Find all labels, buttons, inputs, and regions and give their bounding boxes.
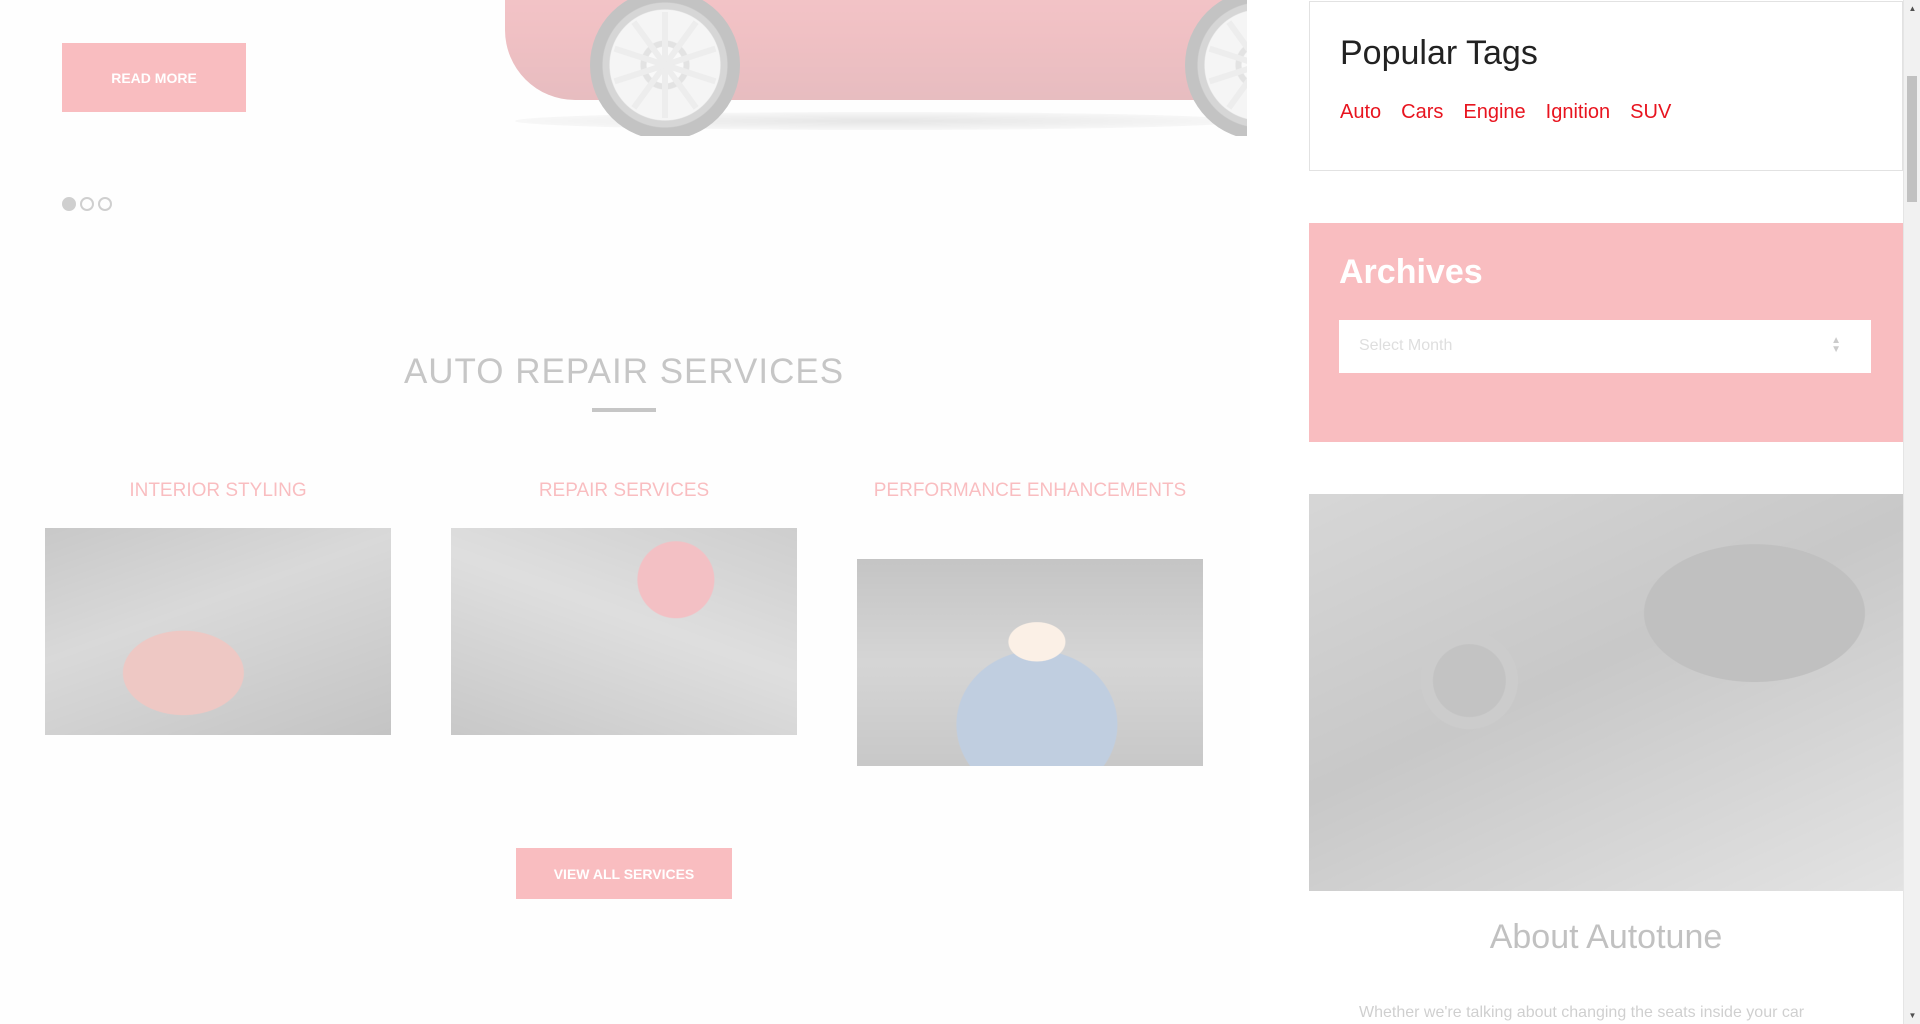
- slider-dot-2[interactable]: [80, 197, 94, 211]
- popular-tags-widget: Popular Tags Auto Cars Engine Ignition S…: [1309, 1, 1903, 171]
- triangle-up-icon[interactable]: ▲: [1904, 0, 1920, 17]
- title-underline: [592, 408, 656, 412]
- service-title-interior[interactable]: INTERIOR STYLING: [45, 475, 391, 506]
- tag-engine[interactable]: Engine: [1463, 101, 1525, 124]
- hero-car-image: [505, 0, 1247, 136]
- main-content: READ MORE AUTO REPAIR SERVICES INTERIOR …: [0, 0, 1250, 1024]
- about-text: Whether we're talking about changing the…: [1359, 1004, 1805, 1021]
- tags-list: Auto Cars Engine Ignition SUV: [1340, 101, 1671, 124]
- tag-cars[interactable]: Cars: [1401, 101, 1443, 124]
- updown-arrows-icon: ▲ ▼: [1831, 335, 1841, 355]
- read-more-button[interactable]: READ MORE: [62, 43, 246, 112]
- page: READ MORE AUTO REPAIR SERVICES INTERIOR …: [0, 0, 1920, 1024]
- sidebar-dashboard-image: [1309, 494, 1903, 891]
- about-title: About Autotune: [1489, 918, 1723, 956]
- slider-dot-3[interactable]: [98, 197, 112, 211]
- car-wheel-front: [590, 0, 740, 136]
- service-image-interior[interactable]: [45, 528, 391, 735]
- service-image-repair[interactable]: [451, 528, 797, 735]
- archives-month-select[interactable]: Select Month ▲ ▼: [1339, 320, 1871, 373]
- service-title-performance[interactable]: PERFORMANCE ENHANCEMENTS: [857, 475, 1203, 506]
- popular-tags-title: Popular Tags: [1340, 34, 1538, 72]
- view-all-services-button[interactable]: VIEW ALL SERVICES: [516, 848, 732, 899]
- tag-auto[interactable]: Auto: [1340, 101, 1381, 124]
- archives-title: Archives: [1339, 253, 1483, 291]
- tag-ignition[interactable]: Ignition: [1546, 101, 1611, 124]
- service-title-repair[interactable]: REPAIR SERVICES: [451, 475, 797, 506]
- section-title: AUTO REPAIR SERVICES: [403, 352, 845, 391]
- slider-dots: [62, 197, 112, 211]
- slider-dot-1[interactable]: [62, 197, 76, 211]
- scrollbar-thumb[interactable]: [1907, 76, 1917, 202]
- month-select-placeholder: Select Month: [1359, 337, 1453, 354]
- triangle-down-icon[interactable]: ▼: [1904, 1007, 1920, 1024]
- page-scrollbar[interactable]: ▲ ▼: [1903, 0, 1920, 1024]
- tag-suv[interactable]: SUV: [1630, 101, 1671, 124]
- archives-widget: Archives Select Month ▲ ▼: [1309, 223, 1903, 442]
- service-image-performance[interactable]: [857, 559, 1203, 766]
